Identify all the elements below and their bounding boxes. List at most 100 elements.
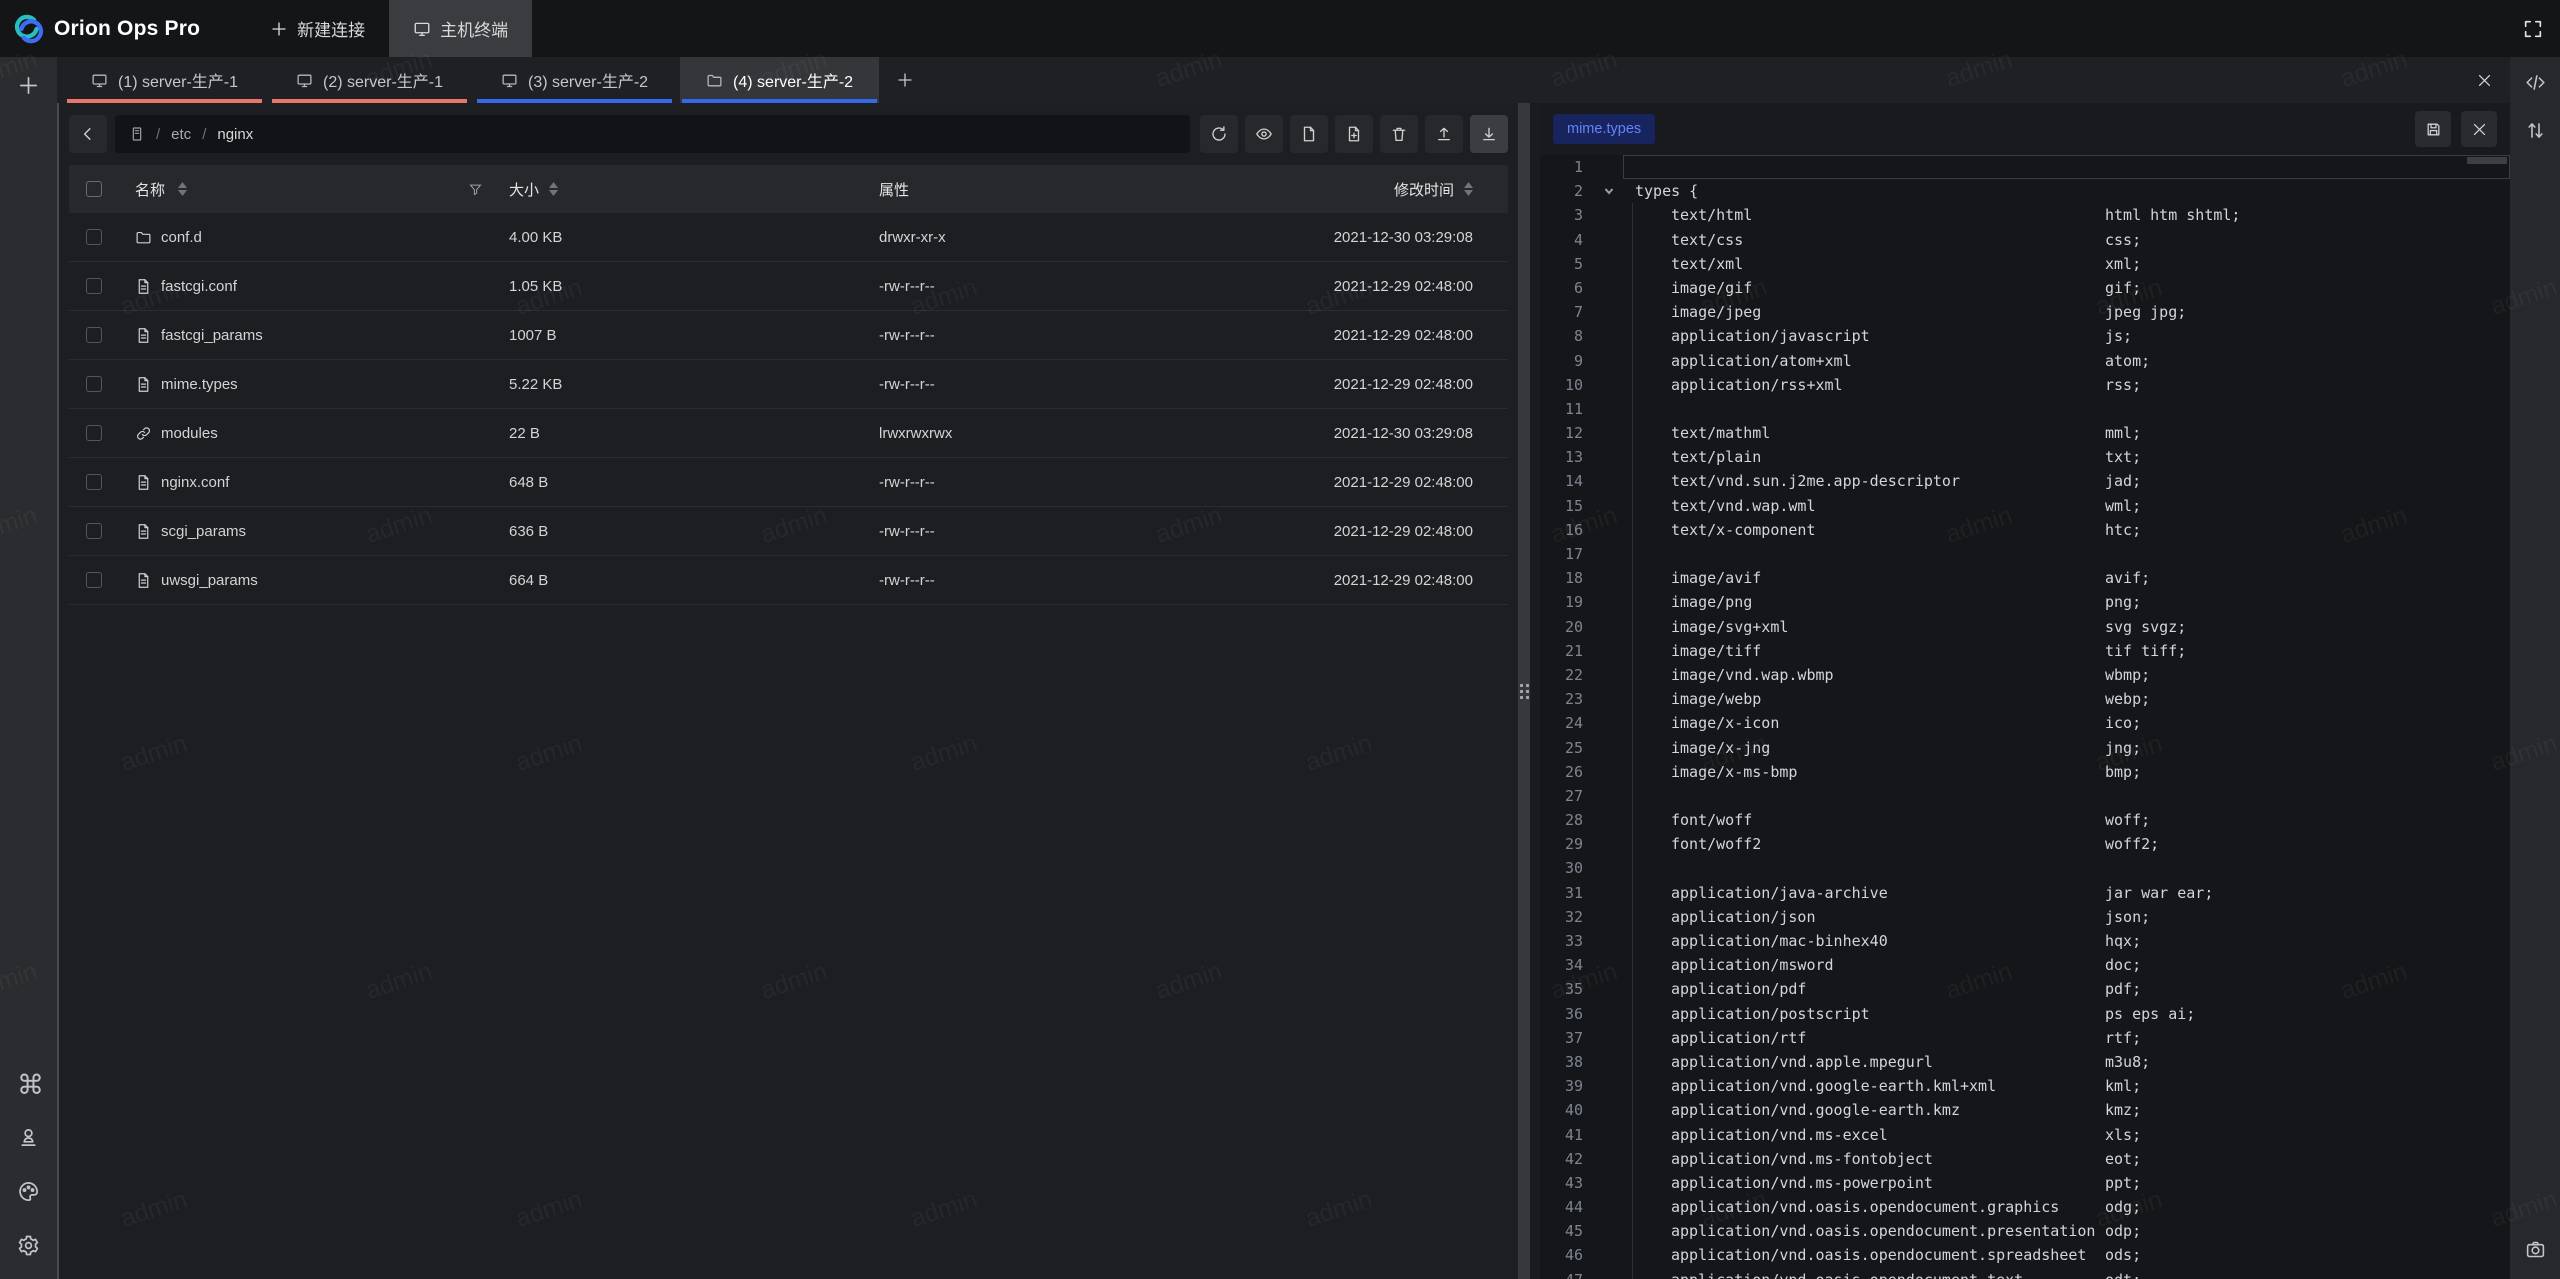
editor-line[interactable]: 4text/csscss; bbox=[1540, 228, 2510, 252]
file-row[interactable]: mime.types5.22 KB-rw-r--r--2021-12-29 02… bbox=[69, 360, 1508, 409]
editor-line[interactable]: 24image/x-iconico; bbox=[1540, 711, 2510, 735]
editor-line[interactable]: 17 bbox=[1540, 542, 2510, 566]
save-button[interactable] bbox=[2415, 111, 2451, 147]
screenshot-button[interactable] bbox=[2515, 1229, 2555, 1269]
editor-line[interactable]: 13text/plaintxt; bbox=[1540, 445, 2510, 469]
editor-line[interactable]: 44application/vnd.oasis.opendocument.gra… bbox=[1540, 1195, 2510, 1219]
editor-line[interactable]: 39application/vnd.google-earth.kml+xmlkm… bbox=[1540, 1074, 2510, 1098]
file-row[interactable]: conf.d4.00 KBdrwxr-xr-x2021-12-30 03:29:… bbox=[69, 213, 1508, 262]
editor-line[interactable]: 19image/pngpng; bbox=[1540, 590, 2510, 614]
editor-line[interactable]: 11 bbox=[1540, 397, 2510, 421]
editor-line[interactable]: 14text/vnd.sun.j2me.app-descriptorjad; bbox=[1540, 469, 2510, 493]
refresh-button[interactable] bbox=[1200, 115, 1238, 153]
editor-line[interactable]: 34application/msworddoc; bbox=[1540, 953, 2510, 977]
user-button[interactable] bbox=[9, 1117, 49, 1157]
editor-line[interactable]: 16text/x-componenthtc; bbox=[1540, 518, 2510, 542]
editor-line[interactable]: 1 bbox=[1540, 155, 2510, 179]
editor-line[interactable]: 42application/vnd.ms-fontobjecteot; bbox=[1540, 1147, 2510, 1171]
editor-line[interactable]: 46application/vnd.oasis.opendocument.spr… bbox=[1540, 1243, 2510, 1267]
editor-line[interactable]: 2types { bbox=[1540, 179, 2510, 203]
upload-button[interactable] bbox=[1425, 115, 1463, 153]
editor-line[interactable]: 32application/jsonjson; bbox=[1540, 905, 2510, 929]
editor-line[interactable]: 18image/avifavif; bbox=[1540, 566, 2510, 590]
session-tab[interactable]: (3) server-生产-2 bbox=[475, 57, 674, 103]
session-tab[interactable]: (1) server-生产-1 bbox=[65, 57, 264, 103]
editor-line[interactable]: 21image/tifftif tiff; bbox=[1540, 639, 2510, 663]
row-checkbox[interactable] bbox=[86, 572, 102, 588]
editor-line[interactable]: 15text/vnd.wap.wmlwml; bbox=[1540, 494, 2510, 518]
row-checkbox[interactable] bbox=[86, 523, 102, 539]
file-row[interactable]: uwsgi_params664 B-rw-r--r--2021-12-29 02… bbox=[69, 556, 1508, 605]
editor-line[interactable]: 38application/vnd.apple.mpegurlm3u8; bbox=[1540, 1050, 2510, 1074]
menu-host-terminal[interactable]: 主机终端 bbox=[389, 0, 532, 57]
divider-band[interactable] bbox=[1518, 103, 1530, 1279]
settings-button[interactable] bbox=[9, 1225, 49, 1265]
file-row[interactable]: modules22 Blrwxrwxrwx2021-12-30 03:29:08 bbox=[69, 409, 1508, 458]
file-row[interactable]: fastcgi_params1007 B-rw-r--r--2021-12-29… bbox=[69, 311, 1508, 360]
editor-line[interactable]: 3text/htmlhtml htm shtml; bbox=[1540, 203, 2510, 227]
editor-line[interactable]: 47application/vnd.oasis.opendocument.tex… bbox=[1540, 1268, 2510, 1279]
editor-line[interactable]: 25image/x-jngjng; bbox=[1540, 736, 2510, 760]
sort-carets-icon[interactable] bbox=[178, 182, 187, 196]
breadcrumb-item[interactable]: etc bbox=[171, 126, 191, 143]
editor-line[interactable]: 40application/vnd.google-earth.kmzkmz; bbox=[1540, 1098, 2510, 1122]
shortcuts-button[interactable]: ⌘ bbox=[9, 1063, 49, 1103]
editor-scrollbar[interactable] bbox=[2467, 157, 2507, 164]
file-row[interactable]: nginx.conf648 B-rw-r--r--2021-12-29 02:4… bbox=[69, 458, 1508, 507]
column-name-label[interactable]: 名称 bbox=[135, 179, 165, 200]
editor-line[interactable]: 31application/java-archivejar war ear; bbox=[1540, 881, 2510, 905]
editor-line[interactable]: 29font/woff2woff2; bbox=[1540, 832, 2510, 856]
editor-line[interactable]: 37application/rtfrtf; bbox=[1540, 1026, 2510, 1050]
file-row[interactable]: scgi_params636 B-rw-r--r--2021-12-29 02:… bbox=[69, 507, 1508, 556]
theme-button[interactable] bbox=[9, 1171, 49, 1211]
session-tab[interactable]: (4) server-生产-2 bbox=[680, 57, 879, 103]
new-connection-button[interactable] bbox=[9, 65, 49, 105]
editor-line[interactable]: 8application/javascriptjs; bbox=[1540, 324, 2510, 348]
editor-line[interactable]: 27 bbox=[1540, 784, 2510, 808]
session-tab[interactable]: (2) server-生产-1 bbox=[270, 57, 469, 103]
editor-line[interactable]: 28font/woffwoff; bbox=[1540, 808, 2510, 832]
sort-carets-icon[interactable] bbox=[549, 182, 558, 196]
editor-line[interactable]: 23image/webpwebp; bbox=[1540, 687, 2510, 711]
editor-line[interactable]: 26image/x-ms-bmpbmp; bbox=[1540, 760, 2510, 784]
editor-line[interactable]: 43application/vnd.ms-powerpointppt; bbox=[1540, 1171, 2510, 1195]
download-button[interactable] bbox=[1470, 115, 1508, 153]
editor-line[interactable]: 33application/mac-binhex40hqx; bbox=[1540, 929, 2510, 953]
panel-resize-divider[interactable] bbox=[1518, 103, 1540, 1279]
editor-line[interactable]: 6image/gifgif; bbox=[1540, 276, 2510, 300]
add-tab-button[interactable] bbox=[882, 57, 928, 103]
preview-button[interactable] bbox=[1245, 115, 1283, 153]
select-all-checkbox[interactable] bbox=[86, 181, 102, 197]
transfer-list-button[interactable] bbox=[2515, 110, 2555, 150]
editor-line[interactable]: 41application/vnd.ms-excelxls; bbox=[1540, 1123, 2510, 1147]
editor-line[interactable]: 9application/atom+xmlatom; bbox=[1540, 349, 2510, 373]
editor-line[interactable]: 36application/postscriptps eps ai; bbox=[1540, 1002, 2510, 1026]
breadcrumb-item[interactable]: nginx bbox=[217, 126, 253, 143]
fullscreen-button[interactable] bbox=[2522, 0, 2544, 57]
editor-line[interactable]: 35application/pdfpdf; bbox=[1540, 977, 2510, 1001]
column-mtime-label[interactable]: 修改时间 bbox=[1394, 179, 1454, 200]
row-checkbox[interactable] bbox=[86, 327, 102, 343]
editor-line[interactable]: 10application/rss+xmlrss; bbox=[1540, 373, 2510, 397]
close-all-tabs-button[interactable] bbox=[2458, 57, 2510, 103]
row-checkbox[interactable] bbox=[86, 229, 102, 245]
editor-file-tab[interactable]: mime.types bbox=[1553, 114, 1655, 144]
row-checkbox[interactable] bbox=[86, 474, 102, 490]
close-editor-button[interactable] bbox=[2461, 111, 2497, 147]
breadcrumb[interactable]: /etc/nginx bbox=[115, 115, 1190, 153]
editor-line[interactable]: 20image/svg+xmlsvg svgz; bbox=[1540, 615, 2510, 639]
file-row[interactable]: fastcgi.conf1.05 KB-rw-r--r--2021-12-29 … bbox=[69, 262, 1508, 311]
row-checkbox[interactable] bbox=[86, 376, 102, 392]
code-editor[interactable]: 12types {3text/htmlhtml htm shtml;4text/… bbox=[1540, 155, 2510, 1279]
editor-line[interactable]: 7image/jpegjpeg jpg; bbox=[1540, 300, 2510, 324]
new-file-button[interactable] bbox=[1290, 115, 1328, 153]
column-size-label[interactable]: 大小 bbox=[509, 179, 539, 200]
row-checkbox[interactable] bbox=[86, 278, 102, 294]
new-folder-button[interactable] bbox=[1335, 115, 1373, 153]
fold-chevron-icon[interactable] bbox=[1595, 179, 1623, 203]
editor-line[interactable]: 45application/vnd.oasis.opendocument.pre… bbox=[1540, 1219, 2510, 1243]
editor-toggle-button[interactable] bbox=[2515, 62, 2555, 102]
editor-line[interactable]: 22image/vnd.wap.wbmpwbmp; bbox=[1540, 663, 2510, 687]
editor-line[interactable]: 30 bbox=[1540, 856, 2510, 880]
filter-icon[interactable] bbox=[468, 182, 483, 197]
